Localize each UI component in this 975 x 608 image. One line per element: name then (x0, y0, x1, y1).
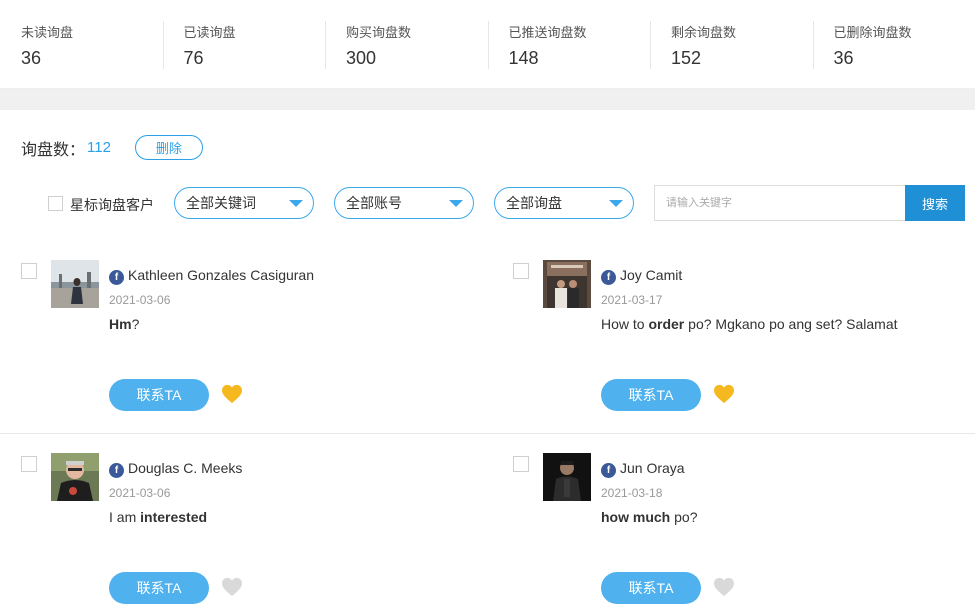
avatar (51, 260, 99, 308)
inquiry-count-label: 询盘数： (21, 141, 86, 159)
stat-unread[interactable]: 未读询盘 36 (0, 0, 163, 88)
inquiry-card: f Jun Oraya 2021-03-18 how much po? 联系TA (492, 436, 972, 608)
inquiry-card: f Joy Camit 2021-03-17 How to order po? … (492, 243, 972, 433)
stat-label: 已读询盘 (183, 25, 236, 40)
stat-label: 未读询盘 (21, 25, 74, 40)
contact-button[interactable]: 联系TA (109, 572, 209, 604)
stat-value: 36 (833, 48, 854, 68)
filter-row: 星标询盘客户 全部关键词 全部账号 全部询盘 请输入关键字 搜索 (0, 185, 975, 221)
stat-value: 300 (346, 48, 377, 68)
dropdown-arrow-icon (609, 200, 623, 207)
contact-button[interactable]: 联系TA (109, 379, 209, 411)
facebook-icon: f (109, 463, 124, 478)
inquiry-select-value: 全部询盘 (506, 195, 562, 211)
customer-name[interactable]: Joy Camit (620, 267, 682, 283)
avatar (543, 453, 591, 501)
stat-remaining[interactable]: 剩余询盘数 152 (650, 0, 813, 88)
inquiry-checkbox[interactable] (21, 263, 37, 279)
stat-label: 已推送询盘数 (508, 25, 587, 40)
avatar (543, 260, 591, 308)
heart-icon[interactable] (221, 577, 243, 597)
message-part: how much (601, 509, 671, 525)
inquiry-message: I am interested (109, 509, 207, 525)
customer-name[interactable]: Jun Oraya (620, 460, 685, 476)
stat-pushed[interactable]: 已推送询盘数 148 (487, 0, 651, 88)
star-customer-label[interactable]: 星标询盘客户 (70, 195, 154, 215)
inquiry-message: How to order po? Mgkano po ang set? Sala… (601, 316, 898, 332)
contact-button[interactable]: 联系TA (601, 572, 701, 604)
stat-read[interactable]: 已读询盘 76 (162, 0, 326, 88)
facebook-icon: f (601, 463, 616, 478)
account-select[interactable]: 全部账号 (334, 187, 474, 219)
inquiry-checkbox[interactable] (513, 456, 529, 472)
stats-bar: 未读询盘 36 已读询盘 76 购买询盘数 300 已推送询盘数 148 剩余询… (0, 0, 975, 89)
account-select-value: 全部账号 (346, 195, 402, 211)
message-part: How to (601, 316, 649, 332)
inquiry-card: f Douglas C. Meeks 2021-03-06 I am inter… (0, 436, 480, 608)
inquiry-message: Hm? (109, 316, 139, 332)
search-button[interactable]: 搜索 (905, 185, 965, 221)
heart-icon[interactable] (221, 384, 243, 404)
message-part: interested (140, 509, 208, 525)
message-part: I am (109, 509, 141, 525)
facebook-icon: f (109, 270, 124, 285)
avatar (51, 453, 99, 501)
customer-name[interactable]: Kathleen Gonzales Casiguran (128, 267, 314, 283)
stat-label: 购买询盘数 (346, 25, 412, 40)
inquiry-select[interactable]: 全部询盘 (494, 187, 634, 219)
message-part: po? (670, 509, 698, 525)
inquiry-count-row: 询盘数： 112 删除 (21, 135, 203, 160)
message-part: ? (131, 316, 140, 332)
message-part: po? Mgkano po ang set? Salamat (684, 316, 898, 332)
heart-icon[interactable] (713, 384, 735, 404)
inquiry-card: f Kathleen Gonzales Casiguran 2021-03-06… (0, 243, 480, 433)
star-customer-checkbox[interactable] (48, 196, 63, 211)
inquiry-count-value: 112 (87, 139, 111, 156)
search-input[interactable]: 请输入关键字 (654, 185, 906, 221)
dropdown-arrow-icon (289, 200, 303, 207)
heart-icon[interactable] (713, 577, 735, 597)
stat-label: 已删除询盘数 (833, 25, 912, 40)
keyword-select[interactable]: 全部关键词 (174, 187, 314, 219)
stat-value: 76 (183, 48, 204, 68)
section-gap (0, 89, 975, 110)
inquiry-checkbox[interactable] (21, 456, 37, 472)
keyword-select-value: 全部关键词 (186, 195, 256, 211)
stat-purchased[interactable]: 购买询盘数 300 (325, 0, 488, 88)
message-part: Hm (109, 316, 132, 332)
dropdown-arrow-icon (449, 200, 463, 207)
stat-label: 剩余询盘数 (671, 25, 737, 40)
delete-button[interactable]: 删除 (134, 135, 203, 160)
row-divider (0, 433, 975, 434)
customer-name[interactable]: Douglas C. Meeks (128, 460, 242, 476)
stat-deleted[interactable]: 已删除询盘数 36 (812, 0, 975, 88)
inquiry-date: 2021-03-06 (109, 293, 171, 307)
inquiry-checkbox[interactable] (513, 263, 529, 279)
stat-value: 148 (508, 48, 539, 68)
facebook-icon: f (601, 270, 616, 285)
message-part: order (648, 316, 685, 332)
inquiry-date: 2021-03-18 (601, 486, 663, 500)
contact-button[interactable]: 联系TA (601, 379, 701, 411)
inquiry-date: 2021-03-17 (601, 293, 663, 307)
inquiry-message: how much po? (601, 509, 697, 525)
stat-value: 152 (671, 48, 702, 68)
inquiry-date: 2021-03-06 (109, 486, 171, 500)
stat-value: 36 (21, 48, 42, 68)
